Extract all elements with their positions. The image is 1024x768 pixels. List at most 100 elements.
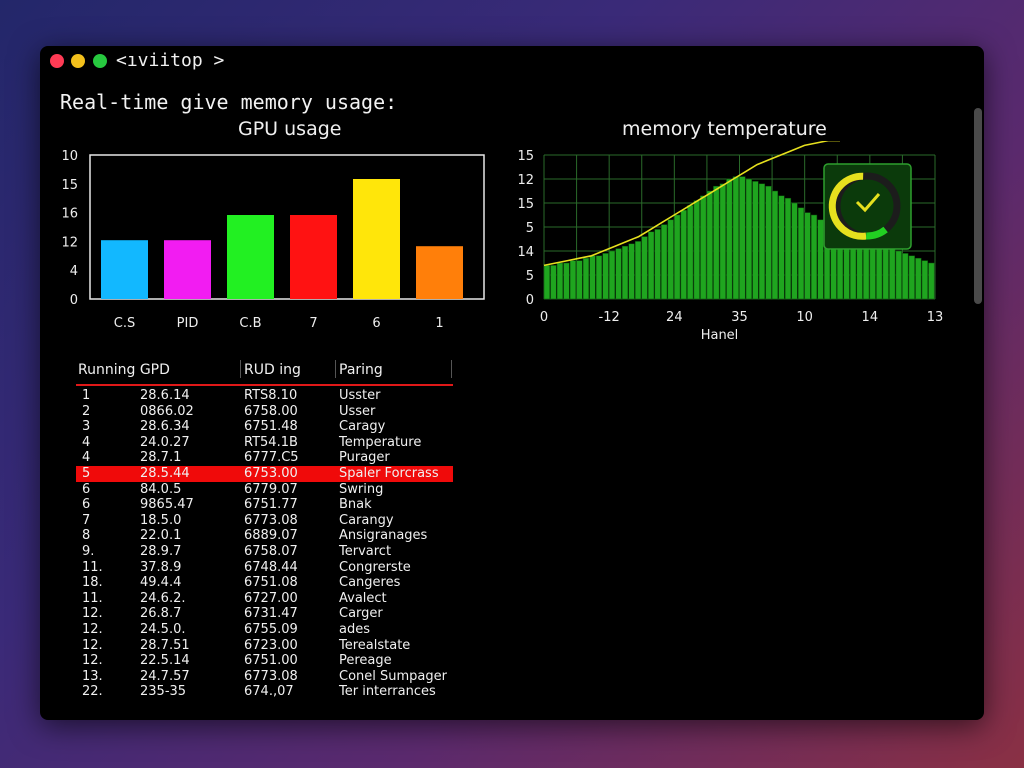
row-value-a: 28.7.1 — [140, 450, 182, 466]
memory-bar — [563, 262, 570, 300]
table-row[interactable]: 2 0866.02 6758.00 Usser — [76, 404, 453, 420]
row-value-b: 6758.07 — [244, 543, 298, 559]
table-row[interactable]: 12. 28.7.51 6723.00 Terealstate — [76, 638, 453, 654]
row-index: 4 — [82, 434, 91, 450]
row-name: Congrerste — [339, 559, 411, 575]
row-name: Swring — [339, 481, 384, 497]
table-row[interactable]: 3 28.6.34 6751.48 Caragy — [76, 419, 453, 435]
memory-bar — [661, 224, 668, 300]
y-tick-label: 12 — [517, 173, 534, 188]
row-value-a: 0866.02 — [140, 403, 194, 419]
table-row[interactable]: 11. 24.6.2. 6727.00 Avalect — [76, 591, 453, 607]
row-name: Temperature — [339, 434, 422, 450]
table-row[interactable]: 6 9865.47 6751.77 Bnak — [76, 497, 453, 513]
row-index: 12. — [82, 621, 103, 637]
y-tick-label: 5 — [526, 221, 534, 236]
table-row[interactable]: 11. 37.8.9 6748.44 Congrerste — [76, 560, 453, 576]
memory-bar — [719, 183, 726, 300]
memory-bar — [713, 185, 720, 300]
row-value-a: 24.7.57 — [140, 668, 190, 684]
table-row[interactable]: 1 28.6.14 RTS8.10 Usster — [76, 388, 453, 404]
maximize-window-button[interactable] — [93, 54, 107, 68]
gpu-bar — [416, 246, 463, 299]
y-tick-label: 10 — [61, 149, 78, 164]
table-row[interactable]: 18. 49.4.4 6751.08 Cangeres — [76, 575, 453, 591]
table-row[interactable]: 12. 22.5.14 6751.00 Pereage — [76, 653, 453, 669]
row-index: 6 — [82, 481, 91, 497]
memory-bar — [550, 265, 557, 300]
memory-bar — [706, 190, 713, 300]
memory-bar — [674, 214, 681, 300]
memory-bar — [758, 183, 766, 300]
table-row[interactable]: 13. 24.7.57 6773.08 Conel Sumpager — [76, 669, 453, 685]
row-value-a: 84.0.5 — [140, 481, 182, 497]
row-name: Pereage — [339, 653, 392, 669]
row-value-b: 6758.00 — [244, 403, 298, 419]
row-index: 6 — [82, 497, 91, 513]
memory-bar — [582, 257, 590, 300]
row-value-b: 6751.77 — [244, 497, 298, 513]
row-value-b: 6751.48 — [244, 419, 298, 435]
row-name: Conel Sumpager — [339, 668, 447, 684]
row-index: 12. — [82, 637, 103, 653]
table-row[interactable]: 4 24.0.27 RT54.1B Temperature — [76, 435, 453, 451]
memory-bar — [621, 245, 629, 300]
table-row[interactable]: 6 84.0.5 6779.07 Swring — [76, 482, 453, 498]
x-tick-label: 0 — [540, 310, 548, 325]
memory-bar — [641, 236, 648, 300]
row-value-b: 6751.08 — [244, 575, 298, 591]
memory-bar — [915, 257, 922, 300]
table-row-selected[interactable]: 5 28.5.44 6753.00 Spaler Forcrass — [76, 465, 453, 482]
row-value-a: 28.6.34 — [140, 419, 190, 435]
row-value-b: 6889.07 — [244, 528, 298, 544]
row-index: 4 — [82, 450, 91, 466]
table-row[interactable]: 9. 28.9.7 6758.07 Tervarct — [76, 544, 453, 560]
memory-bar — [771, 190, 779, 300]
y-tick-label: 0 — [526, 293, 534, 308]
memory-bar — [576, 260, 583, 300]
row-index: 7 — [82, 512, 91, 528]
row-value-b: 6751.00 — [244, 653, 298, 669]
table-row[interactable]: 12. 26.8.7 6731.47 Carger — [76, 606, 453, 622]
table-row[interactable]: 7 18.5.0 6773.08 Carangy — [76, 513, 453, 529]
row-name: Carangy — [339, 512, 394, 528]
y-tick-label: 4 — [70, 264, 78, 279]
memory-chart-title: memory temperature — [622, 118, 827, 140]
row-value-b: 6731.47 — [244, 606, 298, 622]
memory-bar — [882, 245, 889, 300]
memory-bar — [693, 200, 700, 300]
memory-bar — [778, 195, 785, 300]
y-tick-label: 0 — [70, 293, 78, 308]
x-tick-label: 14 — [862, 310, 879, 325]
memory-bar — [889, 248, 896, 300]
x-tick-label: 24 — [666, 310, 683, 325]
table-row[interactable]: 12. 24.5.0. 6755.09 ades — [76, 622, 453, 638]
title-bar: <ıviitop > — [40, 46, 984, 76]
memory-bar — [732, 176, 739, 300]
close-window-button[interactable] — [50, 54, 64, 68]
column-header-running[interactable]: Running GPD — [78, 362, 170, 378]
row-index: 11. — [82, 559, 103, 575]
table-row[interactable]: 4 28.7.1 6777.C5 Purager — [76, 450, 453, 466]
gpu-bar — [101, 240, 148, 299]
memory-bar — [908, 255, 915, 300]
x-tick-label: C.S — [114, 316, 135, 331]
window-title: <ıviitop > — [116, 50, 225, 71]
memory-bar — [739, 176, 746, 300]
vertical-scrollbar[interactable] — [974, 108, 982, 304]
row-value-a: 28.5.44 — [140, 465, 190, 481]
minimize-window-button[interactable] — [71, 54, 85, 68]
column-header-paring[interactable]: Paring — [339, 362, 383, 378]
row-value-b: 6727.00 — [244, 590, 298, 606]
row-value-a: 28.7.51 — [140, 637, 190, 653]
row-name: Terealstate — [339, 637, 411, 653]
row-name: Tervarct — [339, 543, 392, 559]
row-value-b: 6755.09 — [244, 621, 298, 637]
column-header-rud[interactable]: RUD ing — [244, 362, 301, 378]
y-tick-label: 15 — [61, 178, 78, 193]
table-row[interactable]: 8 22.0.1 6889.07 Ansigranages — [76, 528, 453, 544]
memory-bar — [589, 255, 596, 300]
table-row[interactable]: 22. 235-35 674.,07 Ter interrances — [76, 684, 453, 700]
x-axis-label: Hanel — [701, 328, 739, 343]
memory-bar — [765, 185, 772, 300]
